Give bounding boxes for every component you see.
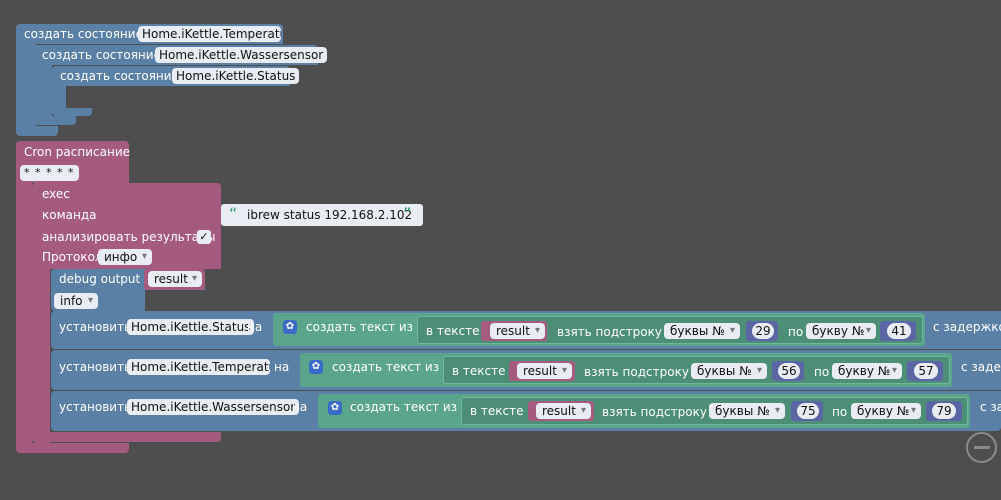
create-state-label: создать состояние (42, 48, 161, 62)
to-number[interactable]: 41 (887, 323, 911, 339)
from-number[interactable]: 56 (778, 363, 800, 379)
to-label: по (814, 365, 830, 379)
debug-output-label: debug output (59, 272, 141, 286)
text-create-label: создать текст из (332, 360, 440, 374)
state-name-field[interactable]: Home.iKettle.Temperatur (138, 26, 281, 42)
to-mode-dropdown[interactable]: букву № (851, 403, 921, 419)
analyze-label: анализировать результаты (42, 230, 216, 244)
cron-bottom (16, 443, 129, 453)
to-label: по (832, 405, 848, 419)
from-mode-dropdown[interactable]: буквы № (664, 323, 740, 339)
set-state-field[interactable]: Home.iKettle.Wassersensor (127, 399, 300, 415)
result-var-dropdown[interactable]: result (517, 363, 572, 379)
command-label: команда (42, 208, 97, 222)
cron-body (16, 141, 32, 453)
create-state-inner-bottom (34, 116, 76, 125)
on-label: на (292, 400, 308, 414)
quote-open-icon: “ (229, 204, 238, 223)
gear-icon[interactable]: ✿ (328, 401, 342, 415)
create-state-status-bottom (52, 108, 92, 116)
cron-label: Cron расписание (24, 145, 131, 159)
state-name-field[interactable]: Home.iKettle.Wassersensor (155, 47, 328, 63)
create-state-label: создать состояние (60, 69, 179, 83)
substring-label: взять подстроку с (602, 405, 718, 419)
result-var-dropdown[interactable]: result (490, 323, 545, 339)
delay-label: с за (980, 400, 1001, 414)
cron-schedule-field[interactable]: * * * * * (20, 165, 79, 181)
delay-label: с задержкой (933, 320, 1001, 334)
in-text-label: в тексте (452, 364, 506, 378)
analyze-checkbox[interactable]: ✓ (197, 230, 211, 244)
set-label: установить (59, 400, 132, 414)
to-label: по (788, 325, 804, 339)
substring-label: взять подстроку с (584, 365, 700, 379)
to-mode-dropdown[interactable]: букву № (832, 363, 902, 379)
on-label: на (274, 360, 290, 374)
debug-level-dropdown[interactable]: info (54, 293, 98, 309)
to-number[interactable]: 79 (932, 403, 956, 419)
from-mode-dropdown[interactable]: буквы № (709, 403, 785, 419)
text-create-label: создать текст из (350, 400, 458, 414)
gear-icon[interactable]: ✿ (283, 320, 297, 334)
set-state-field[interactable]: Home.iKettle.Status (127, 319, 255, 335)
create-state-bottom (16, 126, 58, 136)
gear-icon[interactable]: ✿ (309, 360, 323, 374)
substring-label: взять подстроку с (557, 325, 673, 339)
result-var-dropdown[interactable]: result (536, 403, 591, 419)
set-label: установить (59, 360, 132, 374)
from-number[interactable]: 75 (797, 403, 819, 419)
to-mode-dropdown[interactable]: букву № (806, 323, 876, 339)
create-state-label: создать состояние (24, 27, 143, 41)
in-text-label: в тексте (470, 404, 524, 418)
from-mode-dropdown[interactable]: буквы № (691, 363, 767, 379)
set-label: установить (59, 320, 132, 334)
exec-bottom (32, 432, 221, 442)
in-text-label: в тексте (426, 324, 480, 338)
protocol-dropdown[interactable]: инфо (98, 249, 152, 265)
to-number[interactable]: 57 (914, 363, 938, 379)
command-value[interactable]: ibrew status 192.168.2.102 (247, 207, 412, 223)
from-number[interactable]: 29 (752, 323, 774, 339)
exec-label: exec (42, 187, 70, 201)
debug-var-dropdown[interactable]: result (148, 271, 202, 287)
protocol-label: Протокол (42, 250, 103, 264)
minus-bar (974, 446, 990, 449)
text-create-label: создать текст из (306, 320, 414, 334)
on-label: на (247, 320, 263, 334)
set-state-field[interactable]: Home.iKettle.Temperatur (127, 359, 270, 375)
delay-label: с задер (961, 360, 1001, 374)
quote-close-icon: ” (403, 204, 412, 223)
state-name-field[interactable]: Home.iKettle.Status (172, 68, 300, 84)
